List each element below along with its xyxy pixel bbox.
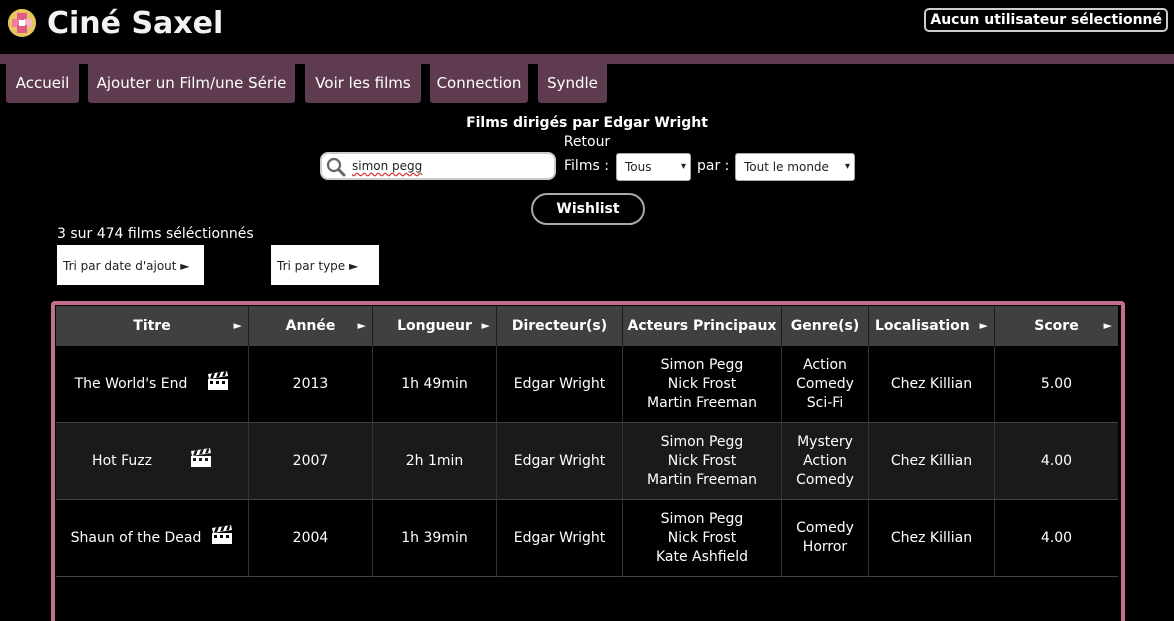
cell-actors: Simon Pegg Nick Frost Martin Freeman [623,423,782,500]
search-value: simon pegg [352,159,423,173]
cell-length: 1h 39min [373,500,497,577]
wishlist-button[interactable]: Wishlist [531,193,645,225]
header-acteurs: Acteurs Principaux [623,306,782,346]
films-filter-select[interactable]: Tous ▾ [616,153,691,181]
actor-name[interactable]: Nick Frost [647,452,757,471]
clapperboard-icon [211,525,233,551]
nav-item-add-film[interactable]: Ajouter un Film/une Série [88,64,295,103]
genre-name: Comedy [796,471,854,488]
cell-length: 1h 49min [373,346,497,423]
actor-name[interactable]: Martin Freeman [647,394,757,413]
cell-score: 5.00 [995,346,1118,423]
header-genres: Genre(s) [782,306,869,346]
film-reel-icon[interactable] [8,9,36,37]
actor-name[interactable]: Simon Pegg [647,356,757,375]
header-label: Localisation [875,318,970,334]
actor-name[interactable]: Kate Ashfield [656,548,748,567]
cell-title[interactable]: The World's End [56,346,249,423]
nav-item-connection[interactable]: Connection [430,64,528,103]
genre-name: Action [803,356,847,373]
genre-name: Comedy [796,375,854,392]
header-longueur[interactable]: Longueur ► [373,306,497,346]
user-filter-select[interactable]: Tout le monde ▾ [735,153,855,181]
header-label: Titre [133,318,171,334]
header-label: Année [285,318,336,334]
header-label: Genre(s) [790,318,860,334]
user-filter-value: Tout le monde [744,160,829,174]
nav-item-syndle[interactable]: Syndle [538,64,607,103]
genre-name: Sci-Fi [806,394,844,411]
search-input[interactable]: simon pegg [320,152,556,180]
header-titre[interactable]: Titre ► [56,306,249,346]
header-annee[interactable]: Année ► [249,306,373,346]
film-title[interactable]: The World's End [75,375,188,394]
cell-location: Chez Killian [869,346,995,423]
clapperboard-icon [190,448,212,474]
cell-director[interactable]: Edgar Wright [497,346,623,423]
actor-name[interactable]: Martin Freeman [647,471,757,490]
header-score[interactable]: Score ► [995,306,1118,346]
header-label: Acteurs Principaux [627,318,777,334]
actor-name[interactable]: Nick Frost [647,375,757,394]
header-divider [0,54,1174,64]
header-localisation[interactable]: Localisation ► [869,306,995,346]
cell-length: 2h 1min [373,423,497,500]
cell-director[interactable]: Edgar Wright [497,500,623,577]
nav-item-accueil[interactable]: Accueil [6,64,79,103]
by-filter-label: par : [697,158,730,174]
sort-arrow-icon: ► [979,319,988,332]
header-label: Longueur [397,318,472,334]
sort-arrow-icon: ► [233,319,242,332]
top-bar: Ciné Saxel Aucun utilisateur sélectionné [0,0,1174,54]
cell-actors: Simon Pegg Nick Frost Martin Freeman [623,346,782,423]
film-title[interactable]: Hot Fuzz [92,452,152,471]
genre-name: Comedy [796,520,854,536]
genre-name: Horror [802,539,848,555]
user-status-button[interactable]: Aucun utilisateur sélectionné [924,8,1168,32]
header-label: Directeur(s) [511,318,608,334]
table-row[interactable]: The World's End 2013 1h 49min Edgar Wrig… [56,346,1118,423]
genre-name: Action [803,452,847,469]
selection-count: 3 sur 474 films séléctionnés [57,226,254,242]
sort-arrow-icon: ► [481,319,490,332]
cell-genres: Mystery Action Comedy [782,423,869,500]
back-link[interactable]: Retour [0,134,1174,150]
genre-name: Mystery [797,433,853,450]
app-title[interactable]: Ciné Saxel [47,6,223,41]
actor-name[interactable]: Simon Pegg [656,510,748,529]
cell-title[interactable]: Shaun of the Dead [56,500,249,577]
sort-arrow-icon: ► [357,319,366,332]
chevron-down-icon: ▾ [680,161,686,172]
nav-item-view-films[interactable]: Voir les films [305,64,421,103]
clapperboard-icon [207,371,229,397]
cell-location: Chez Killian [869,423,995,500]
films-filter-label: Films : [564,158,609,174]
search-icon [326,157,346,181]
cell-score: 4.00 [995,423,1118,500]
page-subtitle: Films dirigés par Edgar Wright [466,115,708,131]
header-directeurs: Directeur(s) [497,306,623,346]
cell-location: Chez Killian [869,500,995,577]
actor-name[interactable]: Simon Pegg [647,433,757,452]
sort-arrow-icon: ► [1103,319,1112,332]
cell-year: 2007 [249,423,373,500]
cell-year: 2013 [249,346,373,423]
actor-name[interactable]: Nick Frost [656,529,748,548]
table-row[interactable]: Hot Fuzz 2007 2h 1min Edgar Wright Simon… [56,423,1118,500]
cell-actors: Simon Pegg Nick Frost Kate Ashfield [623,500,782,577]
cell-title[interactable]: Hot Fuzz [56,423,249,500]
cell-year: 2004 [249,500,373,577]
cell-genres: Action Comedy Sci-Fi [782,346,869,423]
sort-by-date-button[interactable]: Tri par date d'ajout ► [57,245,204,285]
cell-director[interactable]: Edgar Wright [497,423,623,500]
chevron-down-icon: ▾ [844,161,850,172]
films-filter-value: Tous [625,160,652,174]
header-label: Score [1034,318,1079,334]
cell-genres: Comedy Horror [782,500,869,577]
sort-by-type-button[interactable]: Tri par type ► [271,245,379,285]
cell-score: 4.00 [995,500,1118,577]
film-title[interactable]: Shaun of the Dead [71,529,202,548]
table-header-row: Titre ► Année ► Longueur ► Directeur(s) … [56,306,1118,346]
table-row[interactable]: Shaun of the Dead 2004 1h 39min Edgar Wr… [56,500,1118,577]
